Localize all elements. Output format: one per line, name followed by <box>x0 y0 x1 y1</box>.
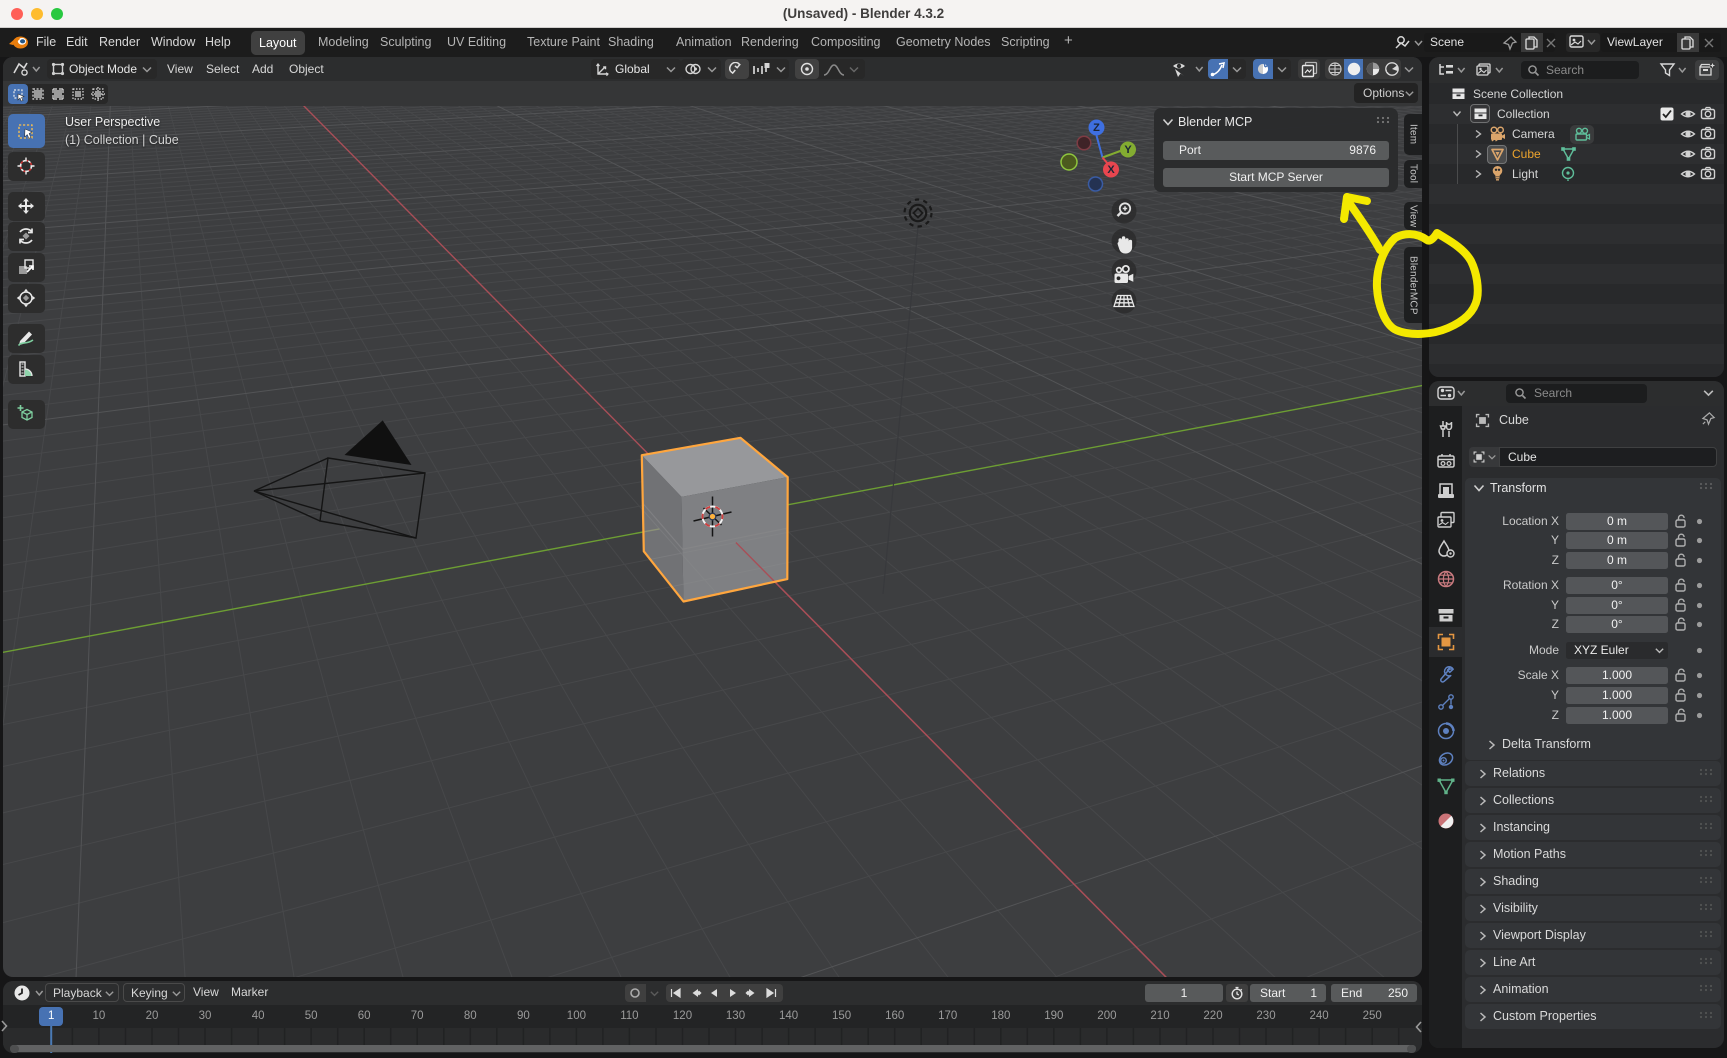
svg-text:Z: Z <box>1093 122 1100 134</box>
svg-text:Y: Y <box>1124 144 1132 156</box>
svg-text:X: X <box>1107 164 1115 176</box>
